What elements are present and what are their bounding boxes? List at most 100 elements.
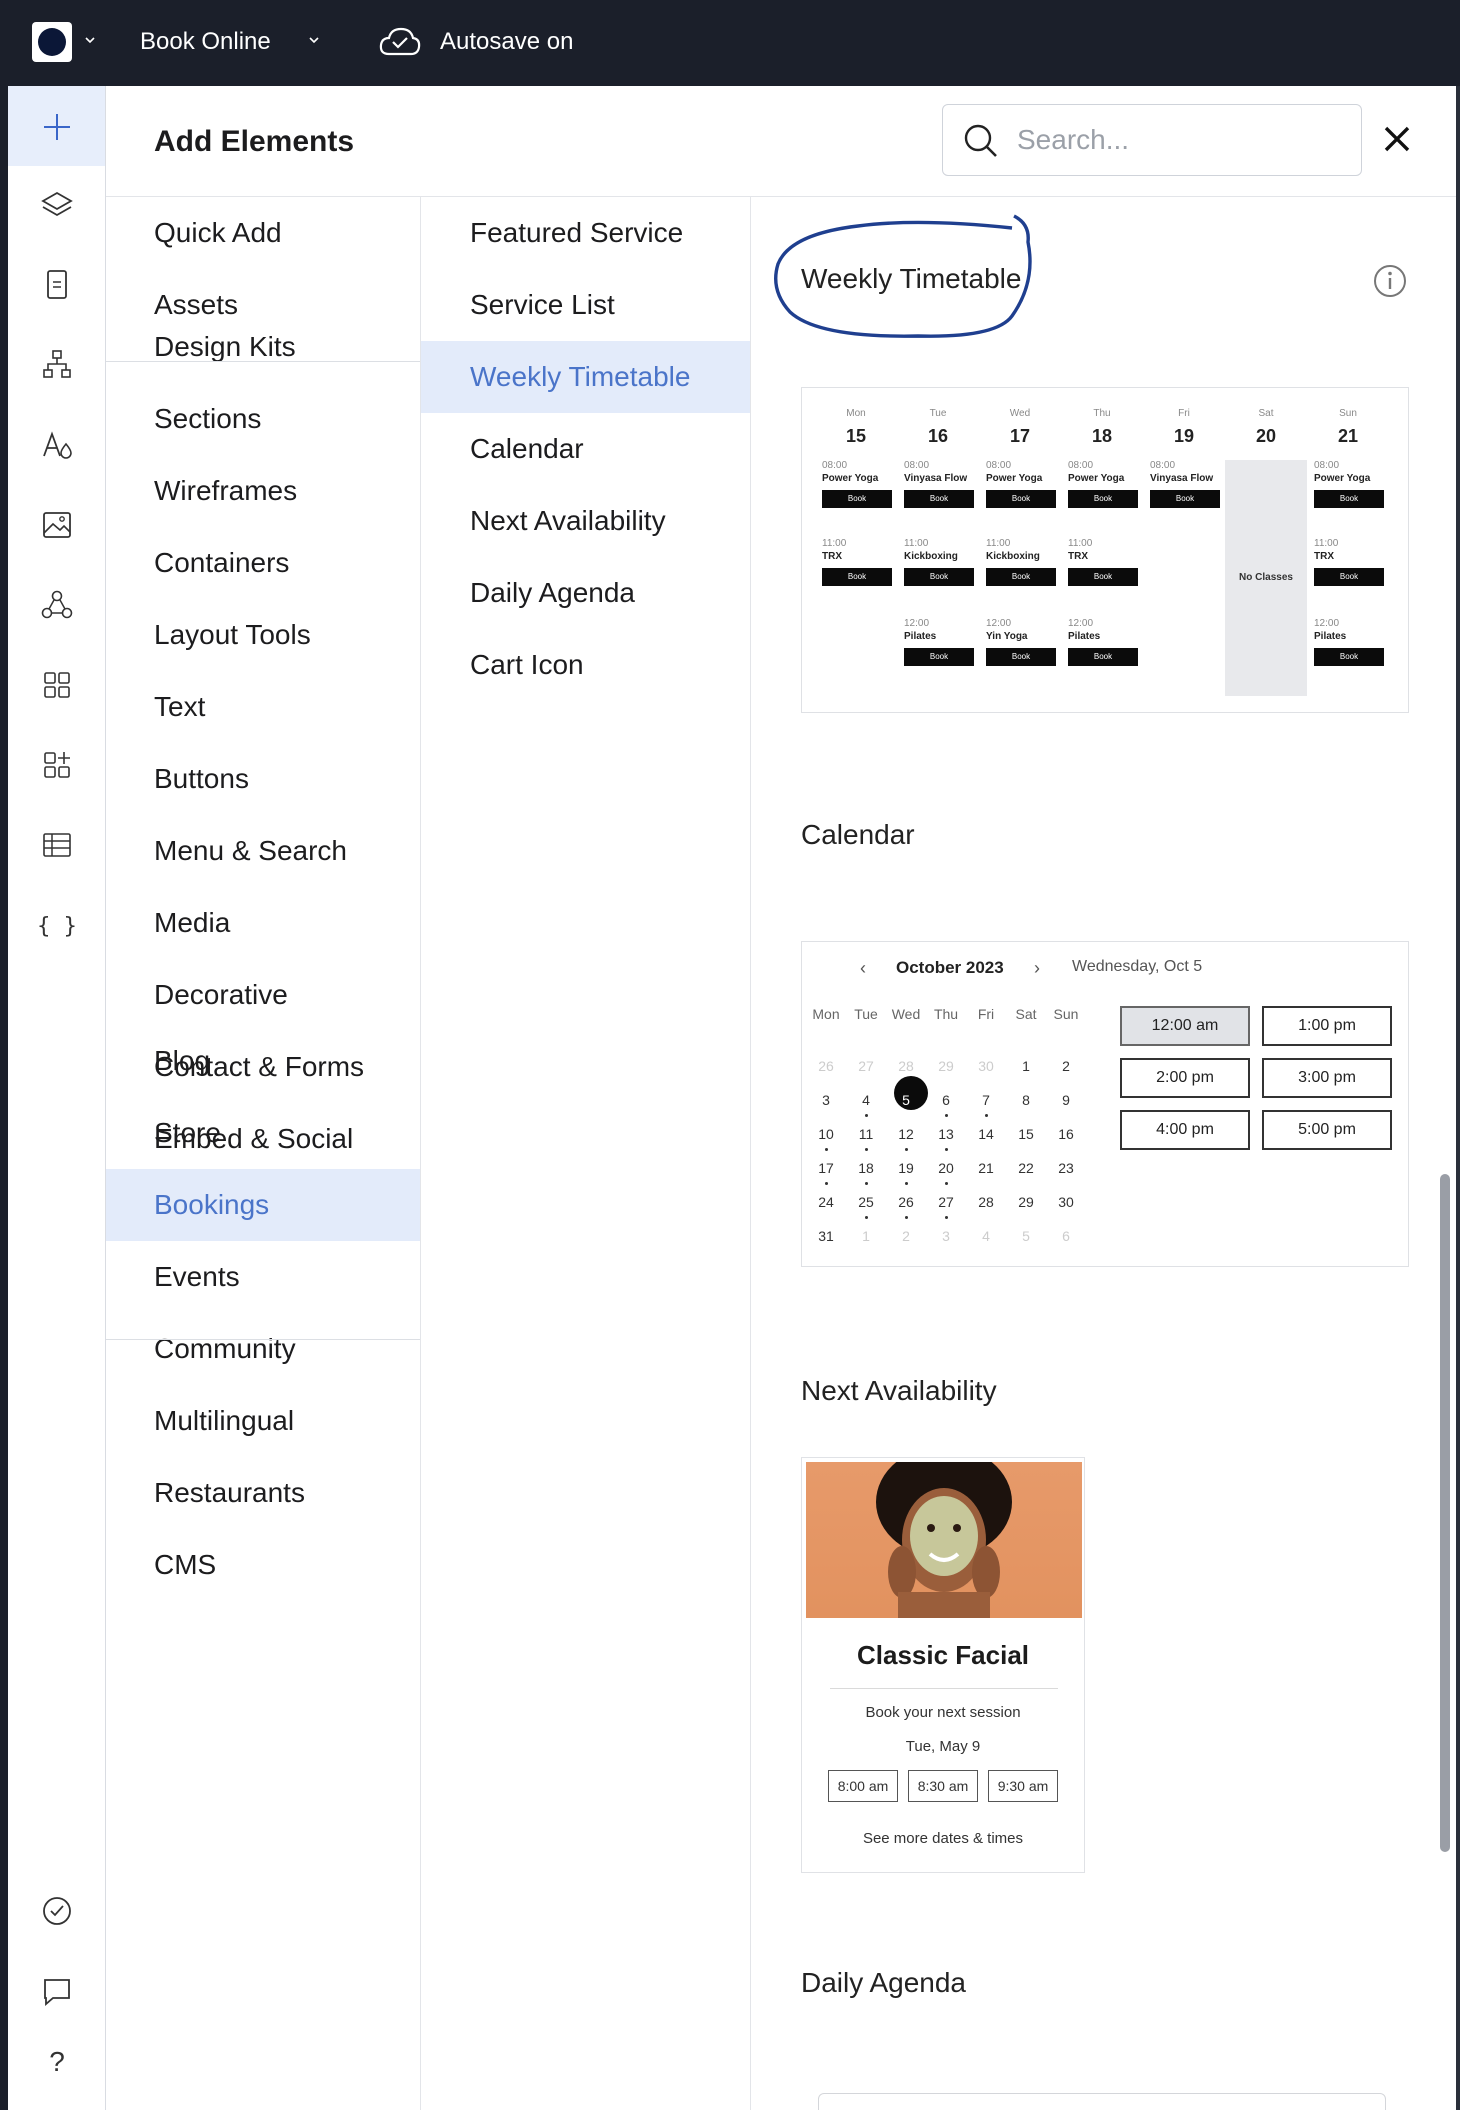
category-item[interactable]: Store: [106, 1097, 420, 1169]
weekly-timetable-title: Weekly Timetable: [801, 263, 1022, 294]
search-box[interactable]: [942, 104, 1362, 176]
code-icon[interactable]: { }: [37, 906, 77, 944]
autosave-status: Autosave on: [440, 28, 574, 55]
timetable-day-column: Mon 15 08:00 Power Yoga Book 11:00 TRX Book: [820, 388, 892, 714]
next-availability-preview[interactable]: Classic Facial Book your next session Tu…: [801, 1457, 1085, 1873]
book-button: Book: [904, 490, 974, 508]
category-item[interactable]: Blog: [106, 1025, 420, 1097]
class-name: Kickboxing: [904, 551, 958, 562]
class-name: TRX: [1068, 551, 1088, 562]
timetable-date: 18: [1091, 426, 1113, 446]
service-title: Classic Facial: [857, 1640, 1029, 1670]
subcategory-item[interactable]: Cart Icon: [421, 629, 750, 701]
weekly-timetable-preview[interactable]: Mon 15 08:00 Power Yoga Book 11:00 TRX Book Tue 1…: [801, 387, 1409, 713]
calendar-day: 25: [846, 1194, 886, 1219]
info-icon[interactable]: [1372, 263, 1408, 299]
service-divider: [830, 1688, 1058, 1689]
chat-icon[interactable]: [38, 1972, 76, 2010]
calendar-day: 13: [926, 1126, 966, 1151]
category-item[interactable]: Wireframes: [106, 455, 420, 527]
calendar-day: 3: [942, 1228, 950, 1244]
timetable-weekday: Fri: [1178, 408, 1190, 419]
timetable-date: 15: [845, 426, 867, 446]
sitemap-icon[interactable]: [38, 346, 76, 384]
category-item[interactable]: CMS: [106, 1529, 420, 1601]
subcategory-item[interactable]: Service List: [421, 269, 750, 341]
site-name[interactable]: Book Online: [140, 24, 271, 60]
class-time: 08:00: [822, 460, 848, 471]
subcategory-item[interactable]: Calendar: [421, 413, 750, 485]
apps-icon[interactable]: [38, 666, 76, 704]
table-icon[interactable]: [38, 826, 76, 864]
chevron-right-icon: ›: [1034, 958, 1040, 978]
chevron-down-icon[interactable]: [308, 34, 320, 46]
category-item[interactable]: Restaurants: [106, 1457, 420, 1529]
timetable-class: 11:00 TRX Book: [1068, 538, 1138, 596]
category-item[interactable]: Buttons: [106, 743, 420, 815]
category-item[interactable]: Layout Tools: [106, 599, 420, 671]
subcategory-item[interactable]: Daily Agenda: [421, 557, 750, 629]
app-market-icon[interactable]: [38, 746, 76, 784]
help-icon[interactable]: ?: [38, 2042, 76, 2080]
book-button: Book: [904, 568, 974, 586]
category-item[interactable]: Events: [106, 1241, 420, 1313]
class-time: 12:00: [986, 618, 1012, 629]
calendar-time-slot: 12:00 am: [1120, 1006, 1250, 1046]
category-item[interactable]: Community: [106, 1313, 420, 1385]
class-time: 08:00: [986, 460, 1012, 471]
daily-agenda-title: Daily Agenda: [801, 1967, 967, 1998]
calendar-day: 7: [966, 1092, 1006, 1117]
calendar-day: 20: [926, 1160, 966, 1185]
connect-icon[interactable]: [38, 586, 76, 624]
close-icon[interactable]: [1380, 122, 1414, 156]
calendar-day: 5: [1022, 1228, 1030, 1244]
class-time: 12:00: [1314, 618, 1340, 629]
calendar-day: 3: [822, 1092, 830, 1108]
site-logo[interactable]: [32, 22, 72, 62]
category-item[interactable]: Media: [106, 887, 420, 959]
calendar-day: 19: [886, 1160, 926, 1185]
class-time: 11:00: [1314, 538, 1339, 549]
subcategory-item[interactable]: Featured Service: [421, 197, 750, 269]
category-item[interactable]: Decorative: [106, 959, 420, 1031]
layers-icon[interactable]: [38, 186, 76, 224]
category-item[interactable]: Design Kits: [106, 311, 420, 383]
timetable-class: 11:00 Kickboxing Book: [986, 538, 1056, 596]
category-item[interactable]: Menu & Search: [106, 815, 420, 887]
chevron-down-icon[interactable]: [84, 34, 96, 46]
calendar-preview[interactable]: ‹ October 2023 › Wednesday, Oct 5 Mon Tue…: [801, 941, 1409, 1267]
see-more-link: See more dates & times: [862, 1830, 1024, 1847]
class-time: 08:00: [1068, 460, 1094, 471]
search-input[interactable]: [1015, 119, 1335, 161]
checklist-icon[interactable]: [38, 1892, 76, 1930]
calendar-weekday: Thu: [933, 1006, 959, 1022]
calendar-day: 5: [902, 1092, 910, 1108]
scrollbar-thumb[interactable]: [1440, 1174, 1450, 1852]
calendar-day: 29: [938, 1058, 954, 1074]
category-item[interactable]: Multilingual: [106, 1385, 420, 1457]
subcategory-item[interactable]: Next Availability: [421, 485, 750, 557]
timetable-class: 08:00 Power Yoga Book: [1314, 460, 1384, 518]
calendar-day: 18: [846, 1160, 886, 1185]
class-time: 08:00: [904, 460, 930, 471]
category-item[interactable]: Quick Add: [106, 197, 420, 269]
calendar-day: 8: [1022, 1092, 1030, 1108]
calendar-day: 15: [1018, 1126, 1034, 1142]
calendar-selected-day: Wednesday, Oct 5: [1072, 958, 1203, 975]
calendar-day: 4: [982, 1228, 990, 1244]
calendar-time-slot: 5:00 pm: [1262, 1110, 1392, 1150]
daily-agenda-preview[interactable]: [818, 2093, 1386, 2110]
page-icon[interactable]: [38, 266, 76, 304]
category-item[interactable]: Text: [106, 671, 420, 743]
calendar-day: 26: [886, 1194, 926, 1219]
plus-icon[interactable]: [38, 108, 76, 146]
category-item[interactable]: Sections: [106, 383, 420, 455]
left-toolbar: { } ?: [8, 86, 106, 2110]
subcategory-item[interactable]: Weekly Timetable: [421, 341, 750, 413]
theme-icon[interactable]: [38, 426, 76, 464]
media-icon[interactable]: [38, 506, 76, 544]
calendar-time-slot: 2:00 pm: [1120, 1058, 1250, 1098]
calendar-time-slot: 4:00 pm: [1120, 1110, 1250, 1150]
category-item[interactable]: Containers: [106, 527, 420, 599]
category-item[interactable]: Bookings: [106, 1169, 420, 1241]
